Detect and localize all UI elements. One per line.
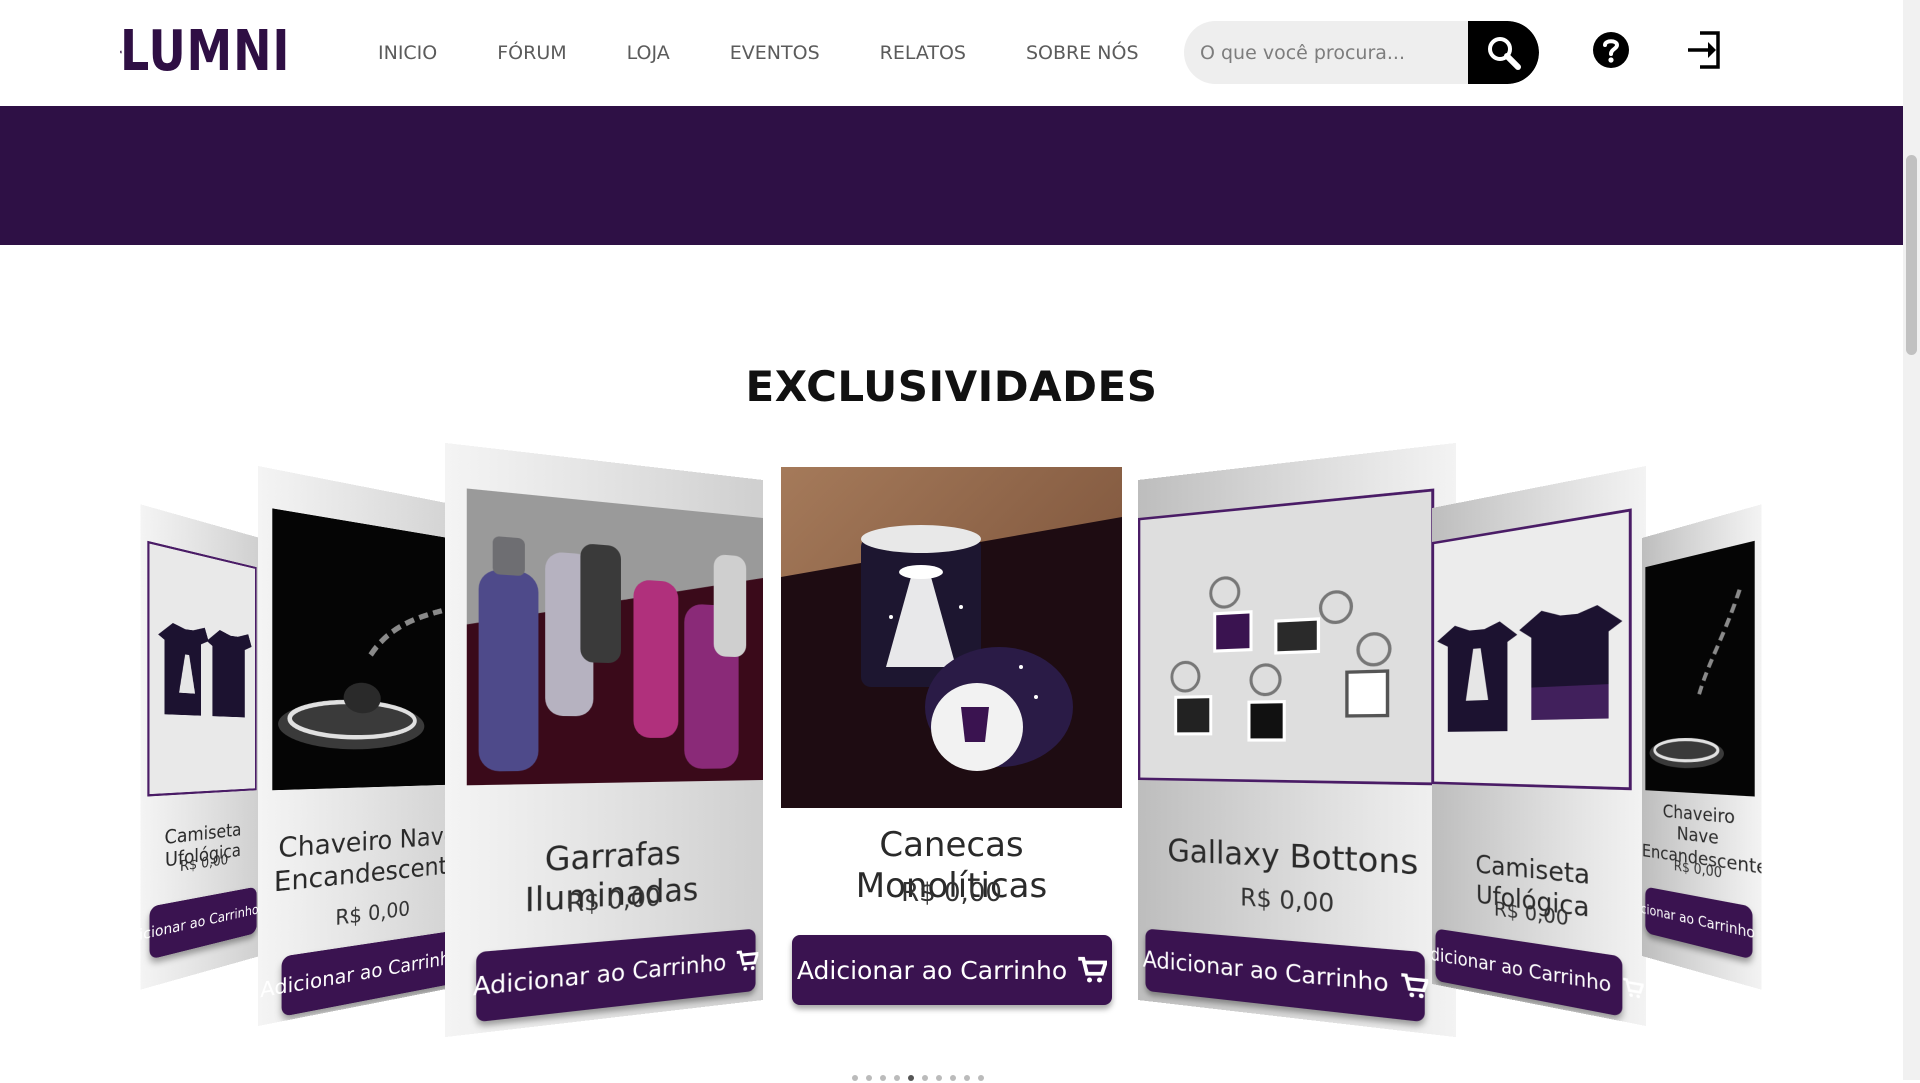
search-input[interactable] [1184, 21, 1468, 84]
add-to-cart-button[interactable]: Adicionar ao Carrinho [1642, 886, 1755, 960]
add-to-cart-button[interactable]: Adicionar ao Carrinho [792, 935, 1112, 1005]
search-button[interactable] [1468, 21, 1539, 84]
carousel-dot[interactable] [852, 1075, 858, 1081]
carousel-dot[interactable] [936, 1075, 942, 1081]
product-price: R$ 0,00 [1240, 884, 1335, 919]
help-icon[interactable] [1592, 31, 1630, 69]
carousel-dot[interactable] [880, 1075, 886, 1081]
section-title: EXCLUSIVIDADES [745, 362, 1158, 411]
add-to-cart-button[interactable]: Adicionar ao Carrinho [1142, 928, 1424, 1023]
carousel-dot[interactable] [950, 1075, 956, 1081]
search-bar [1184, 21, 1539, 84]
add-to-cart-button[interactable]: Adicionar ao Carrinho [1432, 928, 1622, 1017]
site-header: LUMNI INICIO FÓRUM LOJA EVENTOS RELATOS … [0, 0, 1903, 106]
product-carousel[interactable]: Camiseta Ufológica R$ 0,00 Adicionar ao … [0, 442, 1903, 1038]
product-card-active[interactable]: Canecas Monolíticas R$ 0,00 Adicionar ao… [781, 467, 1122, 1017]
nav-item-relatos[interactable]: RELATOS [880, 42, 966, 64]
product-image-mugs [781, 467, 1122, 808]
cart-icon [1078, 956, 1108, 983]
product-image-keychain [1645, 540, 1755, 797]
carousel-dots [852, 1075, 1052, 1083]
add-to-cart-label: Adicionar ao Carrinho [1432, 941, 1612, 997]
carousel-dot[interactable] [894, 1075, 900, 1081]
main-nav: INICIO FÓRUM LOJA EVENTOS RELATOS SOBRE … [378, 0, 1199, 106]
add-to-cart-label: Adicionar ao Carrinho [140, 901, 259, 949]
add-to-cart-button[interactable]: Adicionar ao Carrinho [472, 928, 755, 1023]
product-price: R$ 0,00 [901, 878, 1002, 908]
add-to-cart-button[interactable]: Adicionar ao Carrinho [141, 886, 259, 960]
carousel-dot[interactable] [964, 1075, 970, 1081]
product-image-tshirt [1432, 508, 1632, 791]
hero-banner [0, 106, 1903, 245]
product-image-buttons [1138, 488, 1435, 786]
add-to-cart-label: Adicionar ao Carrinho [1142, 946, 1389, 998]
add-to-cart-label: Adicionar ao Carrinho [472, 949, 727, 1002]
nav-item-loja[interactable]: LOJA [627, 42, 670, 64]
brand-logo[interactable]: LUMNI [120, 19, 328, 84]
product-image-bottles [466, 488, 763, 786]
add-to-cart-button[interactable]: Adicionar ao Carrinho [260, 928, 469, 1017]
cart-icon [1623, 976, 1644, 999]
product-image-tshirt [147, 540, 257, 797]
product-card[interactable]: Camiseta Ufológica R$ 0,00 Adicionar ao … [1432, 466, 1646, 1026]
product-name: Gallaxy Bottons [1167, 833, 1419, 883]
cart-icon [1400, 971, 1428, 999]
add-to-cart-label: Adicionar ao Carrinho [1642, 897, 1755, 943]
carousel-dot[interactable] [922, 1075, 928, 1081]
product-image-keychain [272, 508, 472, 791]
nav-item-forum[interactable]: FÓRUM [497, 42, 566, 64]
product-card[interactable]: Camiseta Ufológica R$ 0,00 Adicionar ao … [140, 504, 260, 990]
brand-name: LUMNI [120, 19, 291, 84]
add-to-cart-label: Adicionar ao Carrinho [260, 945, 461, 1003]
nav-item-inicio[interactable]: INICIO [378, 42, 437, 64]
nav-item-eventos[interactable]: EVENTOS [730, 42, 820, 64]
product-card[interactable]: Gallaxy Bottons R$ 0,00 Adicionar ao Car… [1138, 442, 1456, 1038]
carousel-dot[interactable] [978, 1075, 984, 1081]
search-icon [1487, 36, 1521, 70]
product-name: Chaveiro Nave Encandescente [273, 820, 461, 899]
add-to-cart-label: Adicionar ao Carrinho [796, 955, 1068, 985]
cart-icon [736, 947, 759, 973]
carousel-dot[interactable] [866, 1075, 872, 1081]
login-icon[interactable] [1686, 29, 1722, 71]
product-card[interactable]: Chaveiro Nave Encandescente R$ 0,00 Adic… [258, 466, 472, 1026]
carousel-dot[interactable] [908, 1075, 914, 1081]
product-card[interactable]: Garrafas Iluminadas R$ 0,00 Adicionar ao… [445, 442, 763, 1038]
nav-item-sobre-nos[interactable]: SOBRE NÓS [1026, 42, 1139, 64]
page-scrollbar[interactable] [1903, 0, 1920, 1080]
product-card[interactable]: Chaveiro Nave Encandescente R$ 0,00 Adic… [1642, 504, 1762, 990]
scrollbar-thumb[interactable] [1906, 155, 1917, 355]
